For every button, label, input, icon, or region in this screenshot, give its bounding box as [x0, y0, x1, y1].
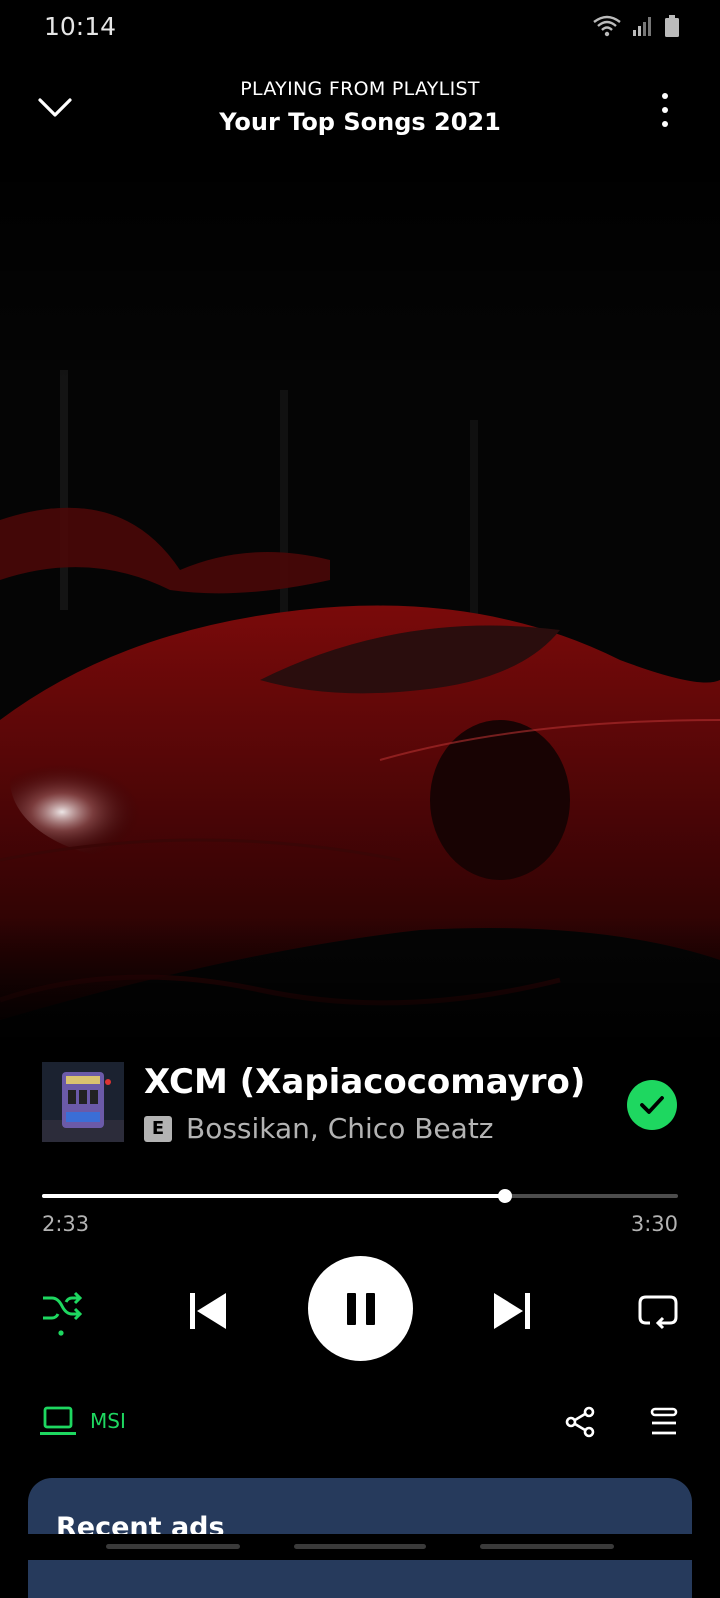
pause-button[interactable] — [308, 1256, 413, 1361]
nav-home[interactable] — [294, 1544, 426, 1549]
progress-handle[interactable] — [498, 1189, 512, 1203]
queue-button[interactable] — [648, 1406, 680, 1438]
nav-recent-apps[interactable] — [106, 1544, 240, 1549]
signal-icon — [633, 17, 651, 36]
shuffle-icon — [43, 1291, 83, 1336]
context-label: PLAYING FROM PLAYLIST — [240, 78, 480, 100]
more-vertical-icon — [662, 93, 668, 127]
nav-back[interactable] — [480, 1544, 614, 1549]
progress-bar[interactable] — [42, 1186, 678, 1206]
shuffle-button[interactable] — [40, 1288, 84, 1338]
share-button[interactable] — [564, 1406, 596, 1438]
album-thumbnail[interactable] — [42, 1062, 124, 1142]
elapsed-time: 2:33 — [42, 1212, 90, 1236]
progress-fill — [42, 1194, 505, 1198]
laptop-icon — [40, 1406, 76, 1435]
now-playing-header: PLAYING FROM PLAYLIST Your Top Songs 202… — [0, 72, 720, 152]
status-icons — [592, 14, 680, 38]
status-time: 10:14 — [44, 12, 117, 41]
pause-icon — [346, 1292, 375, 1325]
more-options-button[interactable] — [650, 90, 680, 130]
battery-icon — [665, 15, 679, 37]
skip-previous-icon — [190, 1293, 226, 1329]
queue-icon — [650, 1407, 678, 1435]
playlist-name[interactable]: Your Top Songs 2021 — [0, 108, 720, 136]
repeat-button[interactable] — [636, 1289, 680, 1333]
track-artists[interactable]: Bossikan, Chico Beatz — [186, 1112, 494, 1145]
track-info: XCM (Xapiacocomayro) E Bossikan, Chico B… — [42, 1062, 682, 1145]
canvas-artwork — [0, 160, 720, 1050]
album-art-image — [42, 1062, 124, 1142]
artist-row: E Bossikan, Chico Beatz — [144, 1112, 494, 1145]
previous-button[interactable] — [186, 1289, 230, 1333]
car-artwork — [0, 160, 720, 1050]
playback-controls — [0, 1256, 720, 1362]
repeat-icon — [638, 1295, 678, 1330]
wifi-icon — [593, 15, 621, 37]
liked-button[interactable] — [627, 1080, 677, 1130]
skip-next-icon — [494, 1293, 530, 1329]
track-title[interactable]: XCM (Xapiacocomayro) — [144, 1062, 585, 1102]
next-button[interactable] — [490, 1289, 534, 1333]
device-name: MSI — [90, 1409, 126, 1433]
explicit-badge: E — [144, 1115, 172, 1142]
connect-device-button[interactable]: MSI — [40, 1406, 126, 1436]
bottom-actions: MSI — [0, 1400, 720, 1444]
share-icon — [565, 1406, 595, 1438]
check-circle-icon — [640, 1096, 664, 1114]
status-bar: 10:14 — [0, 0, 720, 56]
total-duration: 3:30 — [630, 1212, 678, 1236]
system-nav-bar — [0, 1534, 720, 1560]
